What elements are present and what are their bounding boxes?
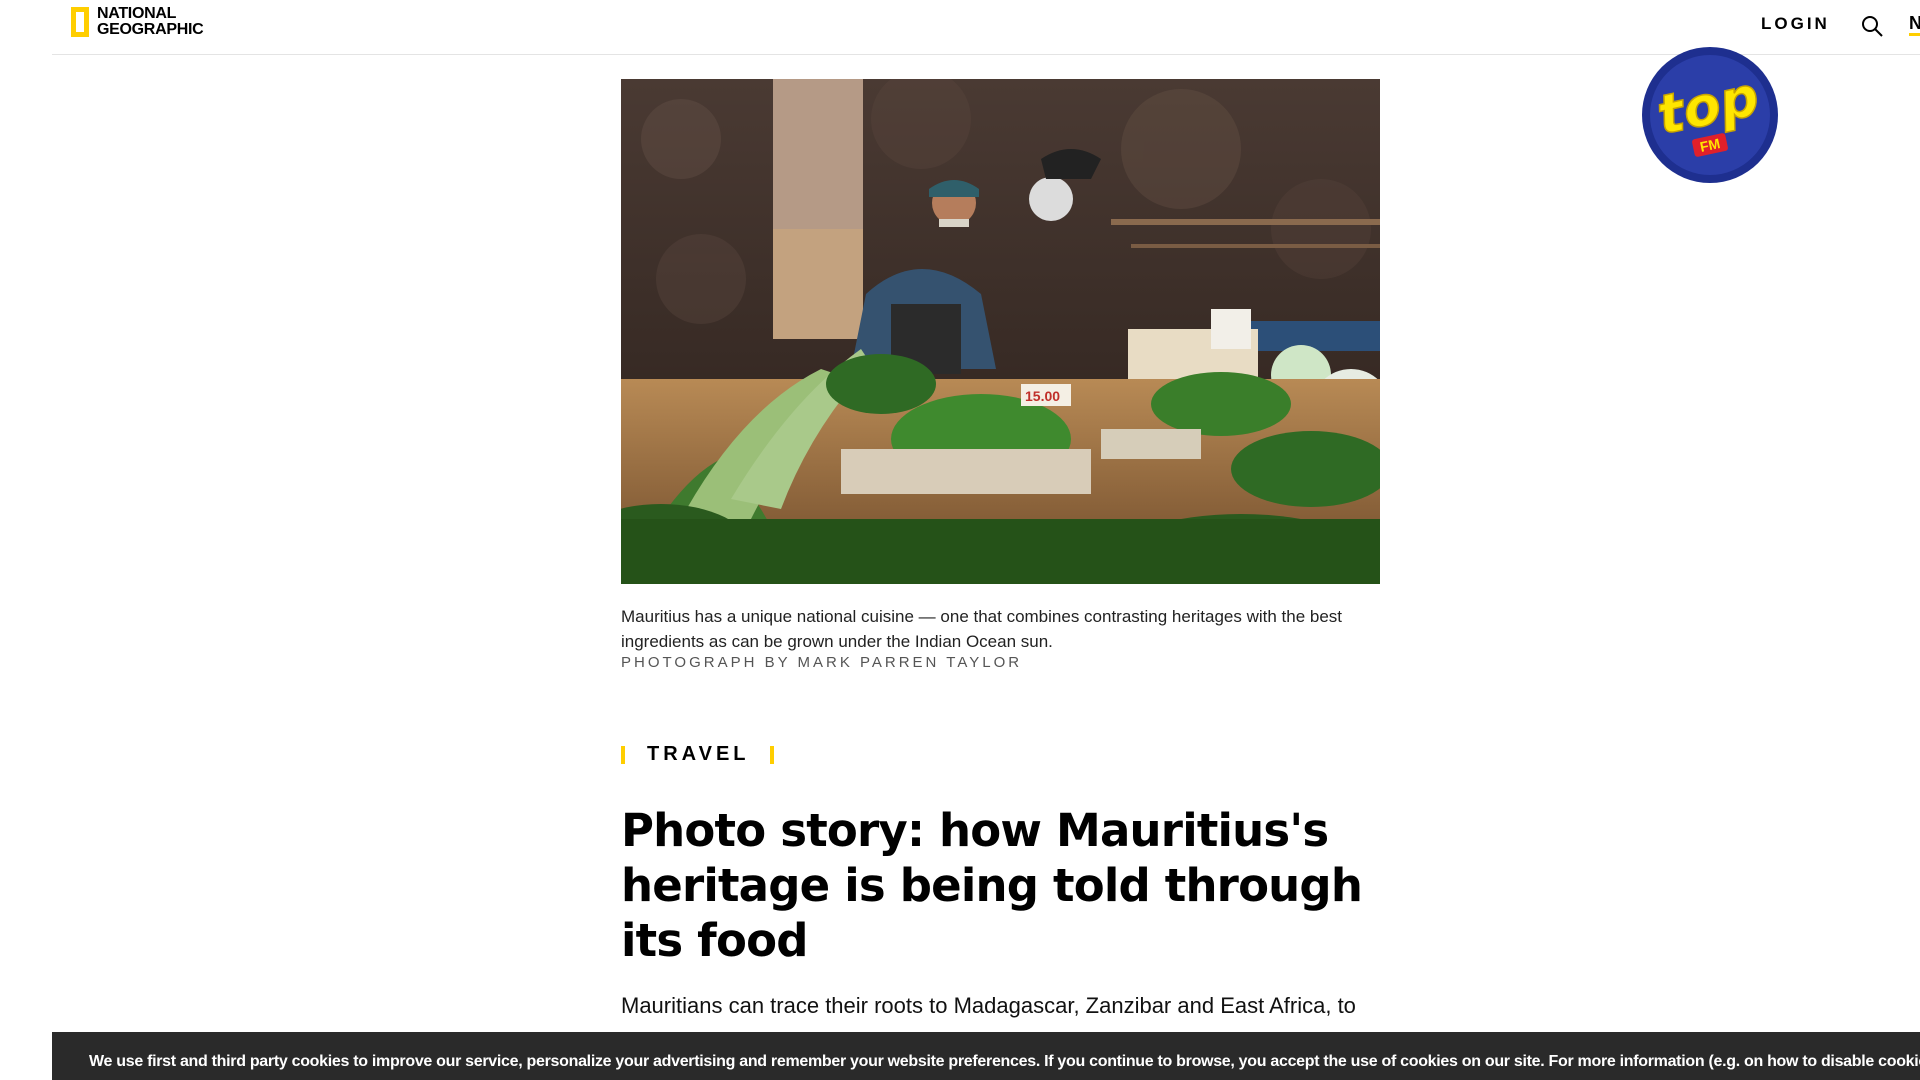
natgeo-logo[interactable]: NATIONAL GEOGRAPHIC — [71, 5, 204, 38]
section-label: TRAVEL — [647, 743, 750, 765]
top-fm-badge: top FM — [1642, 47, 1778, 183]
cookie-banner: We use first and third party cookies to … — [52, 1032, 1920, 1080]
site-header: NATIONAL GEOGRAPHIC LOGIN N — [52, 0, 1920, 55]
nav-menu-edge[interactable]: N — [1909, 13, 1920, 36]
logo-text: NATIONAL GEOGRAPHIC — [97, 5, 204, 38]
page: NATIONAL GEOGRAPHIC LOGIN N — [0, 0, 1920, 1080]
market-vendor-photo: 15.00 — [621, 79, 1380, 584]
tag-bar-right — [769, 745, 774, 764]
svg-text:15.00: 15.00 — [1025, 388, 1060, 404]
tag-bar-left — [621, 745, 625, 764]
section-tag[interactable]: TRAVEL — [621, 743, 774, 766]
article-headline: Photo story: how Mauritius's heritage is… — [621, 804, 1363, 967]
cookie-notice-text: We use first and third party cookies to … — [89, 1053, 1920, 1070]
login-link[interactable]: LOGIN — [1761, 14, 1830, 34]
photo-credit: PHOTOGRAPH BY MARK PARREN TAYLOR — [621, 654, 1023, 671]
logo-line-1: NATIONAL — [97, 5, 177, 22]
photo-caption: Mauritius has a unique national cuisine … — [621, 607, 1343, 651]
logo-line-2: GEOGRAPHIC — [97, 21, 204, 38]
article-lede: Mauritians can trace their roots to Mada… — [621, 993, 1356, 1018]
search-icon[interactable] — [1861, 15, 1883, 37]
left-margin — [0, 0, 52, 1080]
yellow-border-logo-icon — [71, 7, 89, 37]
hero-photo: 15.00 — [621, 79, 1380, 584]
